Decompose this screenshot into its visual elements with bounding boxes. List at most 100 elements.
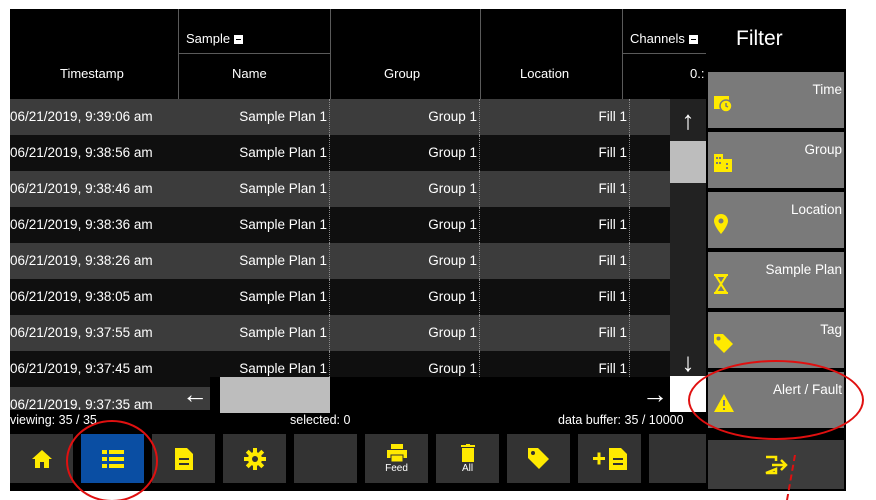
header-divider — [330, 9, 331, 99]
cell-timestamp: 06/21/2019, 9:38:05 am — [10, 289, 153, 304]
header-divider — [178, 9, 179, 99]
table-row[interactable]: 06/21/2019, 9:39:06 am Sample Plan 1 Gro… — [10, 99, 670, 135]
filter-sample-plan-label: Sample Plan — [765, 262, 842, 277]
cell-location: Fill 1 — [480, 315, 630, 351]
cell-name: Sample Plan 1 — [178, 315, 330, 351]
tag-icon — [527, 447, 549, 469]
horizontal-scroll-thumb[interactable] — [220, 377, 330, 413]
column-header-timestamp[interactable]: Timestamp — [60, 66, 124, 81]
cell-group: Group 1 — [330, 315, 480, 351]
tag-button[interactable] — [507, 434, 570, 483]
viewing-count: viewing: 35 / 35 — [10, 413, 97, 427]
cell-timestamp: 06/21/2019, 9:38:26 am — [10, 253, 153, 268]
table-row[interactable]: 06/21/2019, 9:37:55 am Sample Plan 1 Gro… — [10, 315, 670, 351]
filter-title: Filter — [736, 27, 783, 50]
printer-icon — [386, 443, 407, 462]
cell-name: Sample Plan 1 — [178, 279, 330, 315]
all-label: All — [461, 462, 474, 474]
cell-group: Group 1 — [330, 243, 480, 279]
delete-all-button[interactable]: All — [436, 434, 499, 483]
add-document-button[interactable] — [578, 434, 641, 483]
data-table: 06/21/2019, 9:39:06 am Sample Plan 1 Gro… — [10, 99, 670, 410]
cell-name: Sample Plan 1 — [178, 135, 330, 171]
filter-location-label: Location — [790, 202, 842, 217]
filter-sample-plan-button[interactable]: Sample Plan — [708, 252, 844, 308]
cell-name: Sample Plan 1 — [178, 207, 330, 243]
cell-location: Fill 1 — [480, 243, 630, 279]
filter-group-button[interactable]: Group — [708, 132, 844, 188]
column-header-channel-value[interactable]: 0.: — [690, 66, 704, 81]
cell-group: Group 1 — [330, 207, 480, 243]
filter-time-label: Time — [812, 82, 843, 97]
vertical-scrollbar[interactable]: ↑ ↓ — [670, 99, 706, 383]
filter-time-button[interactable]: Time — [708, 72, 844, 128]
cell-location: Fill 1 — [480, 99, 630, 135]
cell-timestamp: 06/21/2019, 9:37:55 am — [10, 325, 153, 340]
toolbar-spacer — [294, 434, 357, 483]
building-icon — [714, 154, 732, 172]
cell-group: Group 1 — [330, 135, 480, 171]
header-channels-group[interactable]: Channels — [630, 31, 698, 46]
filter-group-label: Group — [804, 142, 842, 157]
home-button[interactable] — [10, 434, 73, 483]
trash-icon — [460, 443, 475, 462]
tag-icon — [714, 334, 733, 353]
arrow-right-icon[interactable]: → — [642, 381, 668, 407]
vertical-scroll-thumb[interactable] — [670, 141, 706, 183]
column-header-location[interactable]: Location — [520, 66, 569, 81]
hourglass-icon — [714, 274, 728, 294]
arrow-left-icon[interactable]: ← — [182, 381, 208, 407]
expand-collapse-icon[interactable] — [688, 35, 698, 44]
cell-location: Fill 1 — [480, 171, 630, 207]
cell-timestamp: 06/21/2019, 9:37:35 am — [10, 397, 153, 410]
table-row[interactable]: 06/21/2019, 9:38:46 am Sample Plan 1 Gro… — [10, 171, 670, 207]
cell-group: Group 1 — [330, 99, 480, 135]
table-row[interactable]: 06/21/2019, 9:38:56 am Sample Plan 1 Gro… — [10, 135, 670, 171]
cell-timestamp: 06/21/2019, 9:38:36 am — [10, 217, 153, 232]
filter-location-button[interactable]: Location — [708, 192, 844, 248]
highlight-ring-list-button — [66, 420, 158, 500]
column-header-name[interactable]: Name — [232, 66, 267, 81]
exit-icon — [765, 455, 788, 474]
column-header-group[interactable]: Group — [384, 66, 420, 81]
toolbar-spacer — [649, 434, 706, 483]
header-divider — [480, 9, 481, 99]
exit-filter-button[interactable] — [708, 440, 844, 489]
cell-timestamp: 06/21/2019, 9:38:56 am — [10, 145, 153, 160]
report-button[interactable] — [152, 434, 215, 483]
table-row[interactable]: 06/21/2019, 9:38:26 am Sample Plan 1 Gro… — [10, 243, 670, 279]
data-buffer-count: data buffer: 35 / 10000 — [558, 413, 684, 427]
cell-name: Sample Plan 1 — [178, 171, 330, 207]
table-row[interactable]: 06/21/2019, 9:38:36 am Sample Plan 1 Gro… — [10, 207, 670, 243]
expand-collapse-icon[interactable] — [234, 35, 244, 44]
filter-tag-label: Tag — [820, 322, 842, 337]
home-icon — [31, 449, 52, 468]
cell-group: Group 1 — [330, 279, 480, 315]
settings-button[interactable] — [223, 434, 286, 483]
document-icon — [174, 447, 193, 470]
header-divider — [178, 53, 330, 54]
cell-location: Fill 1 — [480, 135, 630, 171]
selected-count: selected: 0 — [290, 413, 351, 427]
cell-timestamp: 06/21/2019, 9:38:46 am — [10, 181, 153, 196]
cell-location: Fill 1 — [480, 279, 630, 315]
arrow-down-icon[interactable]: ↓ — [670, 349, 706, 375]
calendar-clock-icon — [714, 96, 732, 112]
feed-button[interactable]: Feed — [365, 434, 428, 483]
table-row[interactable]: 06/21/2019, 9:38:05 am Sample Plan 1 Gro… — [10, 279, 670, 315]
highlight-ring-alert-fault — [688, 360, 864, 440]
gear-icon — [243, 447, 266, 470]
cell-timestamp: 06/21/2019, 9:39:06 am — [10, 109, 153, 124]
cell-name: Sample Plan 1 — [178, 243, 330, 279]
header-sample-group[interactable]: Sample — [186, 31, 244, 46]
cell-location: Fill 1 — [480, 207, 630, 243]
feed-label: Feed — [385, 462, 408, 474]
arrow-up-icon[interactable]: ↑ — [670, 107, 706, 133]
add-document-icon — [592, 447, 627, 470]
header-divider — [622, 9, 623, 99]
cell-group: Group 1 — [330, 171, 480, 207]
map-pin-icon — [714, 214, 728, 234]
cell-timestamp: 06/21/2019, 9:37:45 am — [10, 361, 153, 376]
cell-name: Sample Plan 1 — [178, 99, 330, 135]
header-divider — [622, 53, 706, 54]
